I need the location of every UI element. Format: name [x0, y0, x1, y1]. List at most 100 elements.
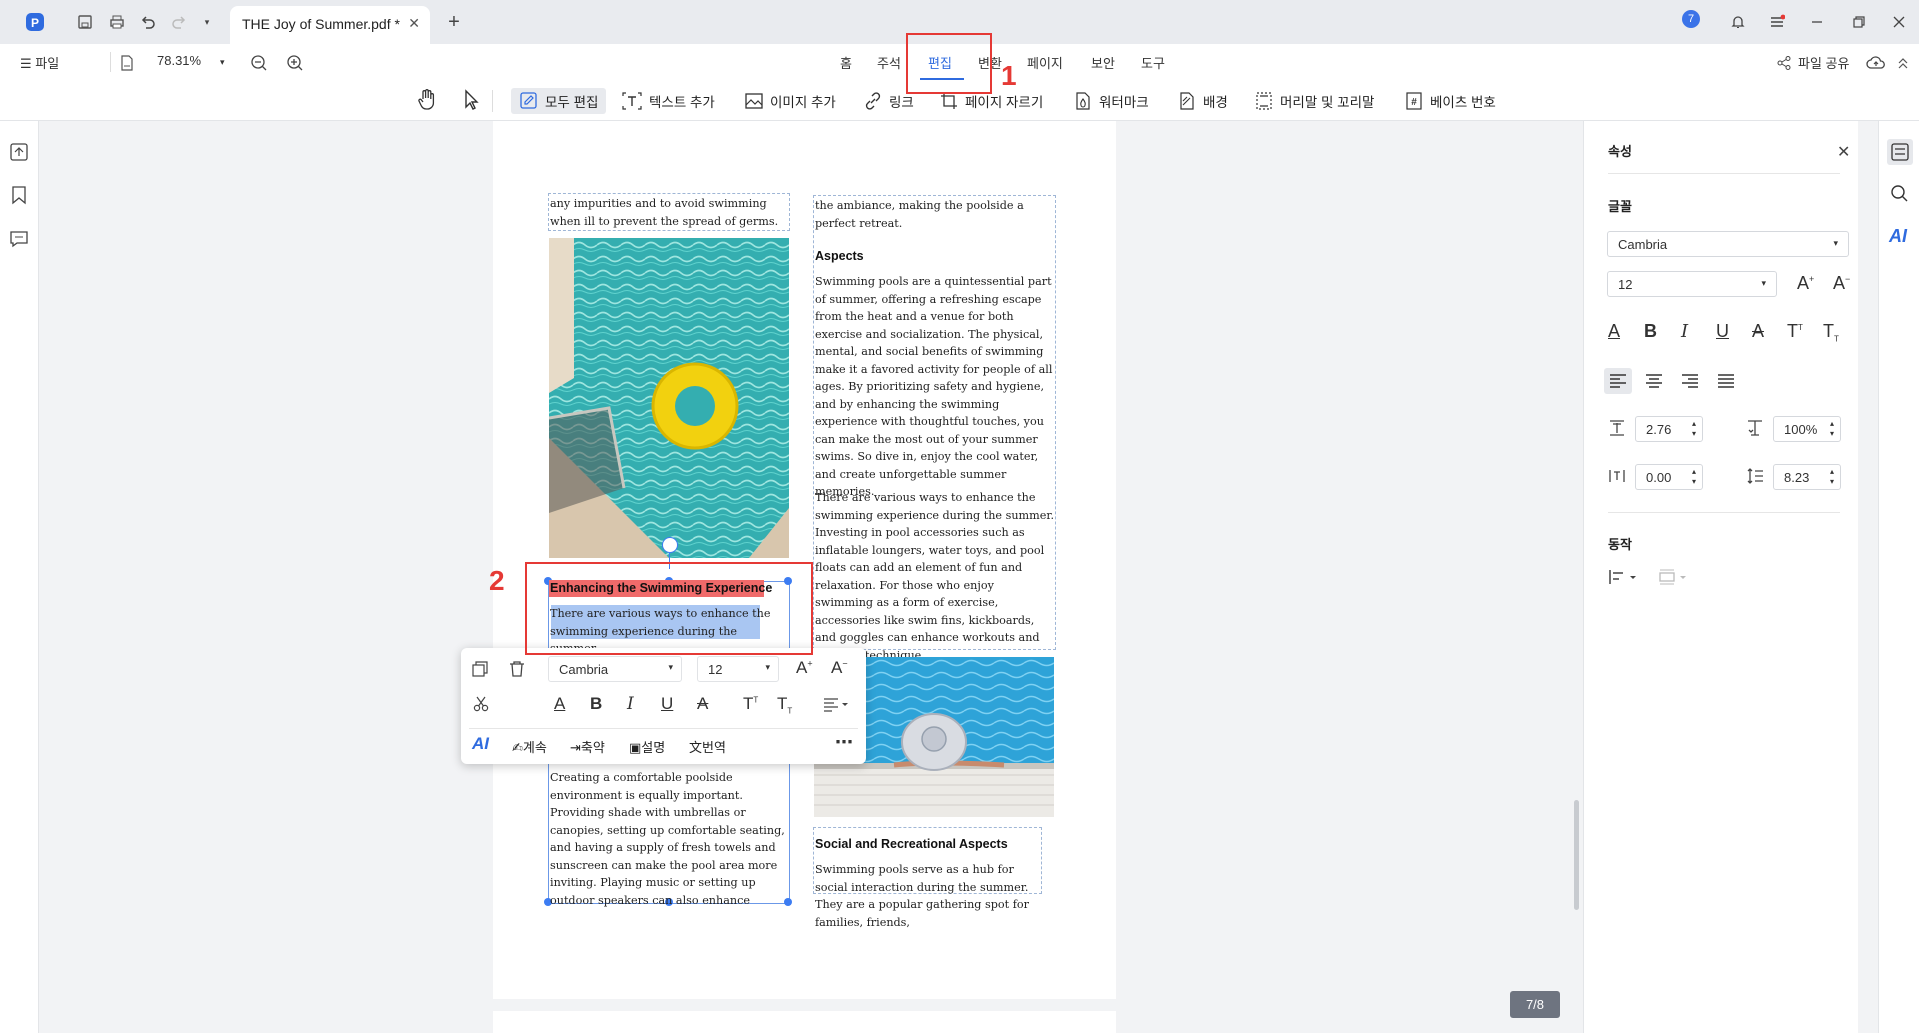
select-tool-icon[interactable]: [462, 88, 482, 115]
increase-font-icon[interactable]: A+: [1797, 273, 1814, 294]
col2-heading-2[interactable]: Social and Recreational Aspects: [815, 837, 1008, 851]
collapse-ribbon-icon[interactable]: [1897, 56, 1909, 73]
stepper-icon[interactable]: ▴ ▾: [1692, 419, 1696, 439]
document-tab[interactable]: THE Joy of Summer.pdf * ✕: [230, 6, 430, 44]
more-options-icon[interactable]: ⋯: [835, 732, 853, 753]
bookmark-icon[interactable]: [10, 185, 28, 208]
increase-font-icon[interactable]: A+: [796, 658, 813, 678]
underline-icon[interactable]: U: [661, 694, 673, 714]
align-right-button[interactable]: [1676, 368, 1704, 397]
align-center-button[interactable]: [1640, 368, 1668, 397]
strikethrough-icon[interactable]: A: [697, 694, 708, 714]
zoom-dropdown-icon[interactable]: ▾: [220, 57, 225, 68]
col1-bottom-text[interactable]: Creating a comfortable poolside environm…: [550, 769, 790, 909]
comment-icon[interactable]: [9, 229, 29, 252]
close-panel-icon[interactable]: ✕: [1837, 142, 1850, 162]
float-font-select[interactable]: Cambria ▾: [548, 656, 682, 682]
object-align-dropdown[interactable]: [1608, 568, 1640, 589]
stepper-icon[interactable]: ▴ ▾: [1830, 467, 1834, 487]
decrease-font-icon[interactable]: A−: [831, 658, 848, 678]
page-view-icon[interactable]: [120, 55, 134, 74]
undo-icon[interactable]: [138, 12, 158, 32]
tab-tools[interactable]: 도구: [1141, 53, 1165, 72]
minimize-icon[interactable]: [1807, 12, 1827, 32]
align-dropdown-icon[interactable]: [823, 696, 849, 715]
col2-paragraph-2[interactable]: There are various ways to enhance the sw…: [815, 489, 1055, 664]
vertical-scrollbar[interactable]: [1574, 800, 1579, 910]
align-left-button[interactable]: [1604, 368, 1632, 394]
col2-paragraph-1[interactable]: Swimming pools are a quintessential part…: [815, 273, 1055, 501]
col2-paragraph-3[interactable]: Swimming pools serve as a hub for social…: [815, 861, 1040, 931]
ai-assistant-icon[interactable]: AI: [1889, 226, 1907, 247]
italic-icon[interactable]: I: [1681, 321, 1688, 342]
notification-badge[interactable]: 7: [1682, 10, 1700, 28]
menu-icon[interactable]: [1767, 12, 1787, 32]
superscript-icon[interactable]: TT: [743, 694, 758, 714]
tab-security[interactable]: 보안: [1091, 53, 1115, 72]
background-button[interactable]: 배경: [1171, 88, 1234, 114]
close-window-icon[interactable]: [1889, 12, 1909, 32]
subscript-icon[interactable]: TT: [777, 694, 792, 715]
stepper-icon[interactable]: ▴ ▾: [1830, 419, 1834, 439]
search-icon[interactable]: [1890, 184, 1910, 207]
strikethrough-icon[interactable]: A: [1752, 321, 1764, 342]
ai-summarize-button[interactable]: ⇥축약: [570, 737, 605, 756]
tab-page[interactable]: 페이지: [1027, 53, 1063, 72]
thumbnail-icon[interactable]: [9, 142, 29, 165]
ai-translate-button[interactable]: 文번역: [689, 737, 726, 756]
font-color-icon[interactable]: A: [1608, 321, 1620, 342]
font-select[interactable]: Cambria ▾: [1607, 231, 1849, 257]
word-spacing-input[interactable]: 0.00 ▴ ▾: [1635, 464, 1703, 490]
save-icon[interactable]: [75, 12, 95, 32]
share-icon[interactable]: [1776, 55, 1792, 74]
new-tab-icon[interactable]: +: [444, 11, 464, 33]
stepper-icon[interactable]: ▴ ▾: [1692, 467, 1696, 487]
share-file-button[interactable]: 파일 공유: [1798, 53, 1849, 72]
line-spacing-input[interactable]: 8.23 ▴ ▾: [1773, 464, 1841, 490]
bold-icon[interactable]: B: [1644, 321, 1657, 342]
add-text-button[interactable]: 텍스트 추가: [615, 88, 721, 114]
font-size-select[interactable]: 12 ▾: [1607, 271, 1777, 297]
superscript-icon[interactable]: TT: [1787, 321, 1803, 342]
restore-icon[interactable]: [1849, 12, 1869, 32]
ai-continue-button[interactable]: ✍계속: [512, 737, 547, 756]
col2-heading[interactable]: Aspects: [815, 249, 864, 263]
print-icon[interactable]: [107, 12, 127, 32]
file-menu[interactable]: ☰ 파일: [20, 53, 59, 72]
float-size-select[interactable]: 12 ▾: [697, 656, 779, 682]
align-justify-button[interactable]: [1712, 368, 1740, 397]
header-footer-button[interactable]: 머리말 및 꼬리말: [1248, 88, 1380, 114]
copy-icon[interactable]: [471, 660, 489, 681]
ai-explain-button[interactable]: ▣설명: [629, 737, 665, 756]
hand-tool-icon[interactable]: [416, 88, 438, 115]
char-spacing-input[interactable]: 2.76 ▴ ▾: [1635, 416, 1703, 442]
bold-icon[interactable]: B: [590, 694, 602, 714]
watermark-button[interactable]: 워터마크: [1067, 88, 1155, 114]
pool-image[interactable]: [549, 238, 789, 558]
cut-icon[interactable]: [472, 695, 490, 716]
redo-icon[interactable]: [169, 12, 189, 32]
underline-icon[interactable]: U: [1716, 321, 1729, 342]
bates-number-button[interactable]: # 베이츠 번호: [1398, 88, 1502, 114]
close-tab-icon[interactable]: ✕: [408, 15, 420, 32]
quick-access-dropdown-icon[interactable]: ▾: [197, 12, 217, 32]
rotate-handle[interactable]: [662, 537, 678, 553]
tab-home[interactable]: 홈: [840, 53, 852, 72]
zoom-out-icon[interactable]: [250, 54, 268, 75]
edit-all-button[interactable]: 모두 편집: [511, 88, 607, 114]
ai-icon[interactable]: AI: [472, 734, 489, 754]
decrease-font-icon[interactable]: A−: [1833, 273, 1850, 294]
tab-comment[interactable]: 주석: [877, 53, 901, 72]
zoom-in-icon[interactable]: [286, 54, 304, 75]
cloud-upload-icon[interactable]: [1866, 55, 1886, 74]
font-color-icon[interactable]: A: [554, 694, 565, 714]
scale-input[interactable]: 100% ▴ ▾: [1773, 416, 1841, 442]
col2-top-text[interactable]: the ambiance, making the poolside a perf…: [815, 197, 1055, 232]
col1-top-text[interactable]: any impurities and to avoid swimming whe…: [550, 195, 790, 230]
properties-toggle-icon[interactable]: [1887, 139, 1913, 165]
delete-icon[interactable]: [508, 660, 526, 681]
add-image-button[interactable]: 이미지 추가: [738, 88, 842, 114]
bell-icon[interactable]: [1728, 12, 1748, 32]
zoom-level[interactable]: 78.31%: [157, 53, 201, 68]
italic-icon[interactable]: I: [627, 694, 634, 714]
